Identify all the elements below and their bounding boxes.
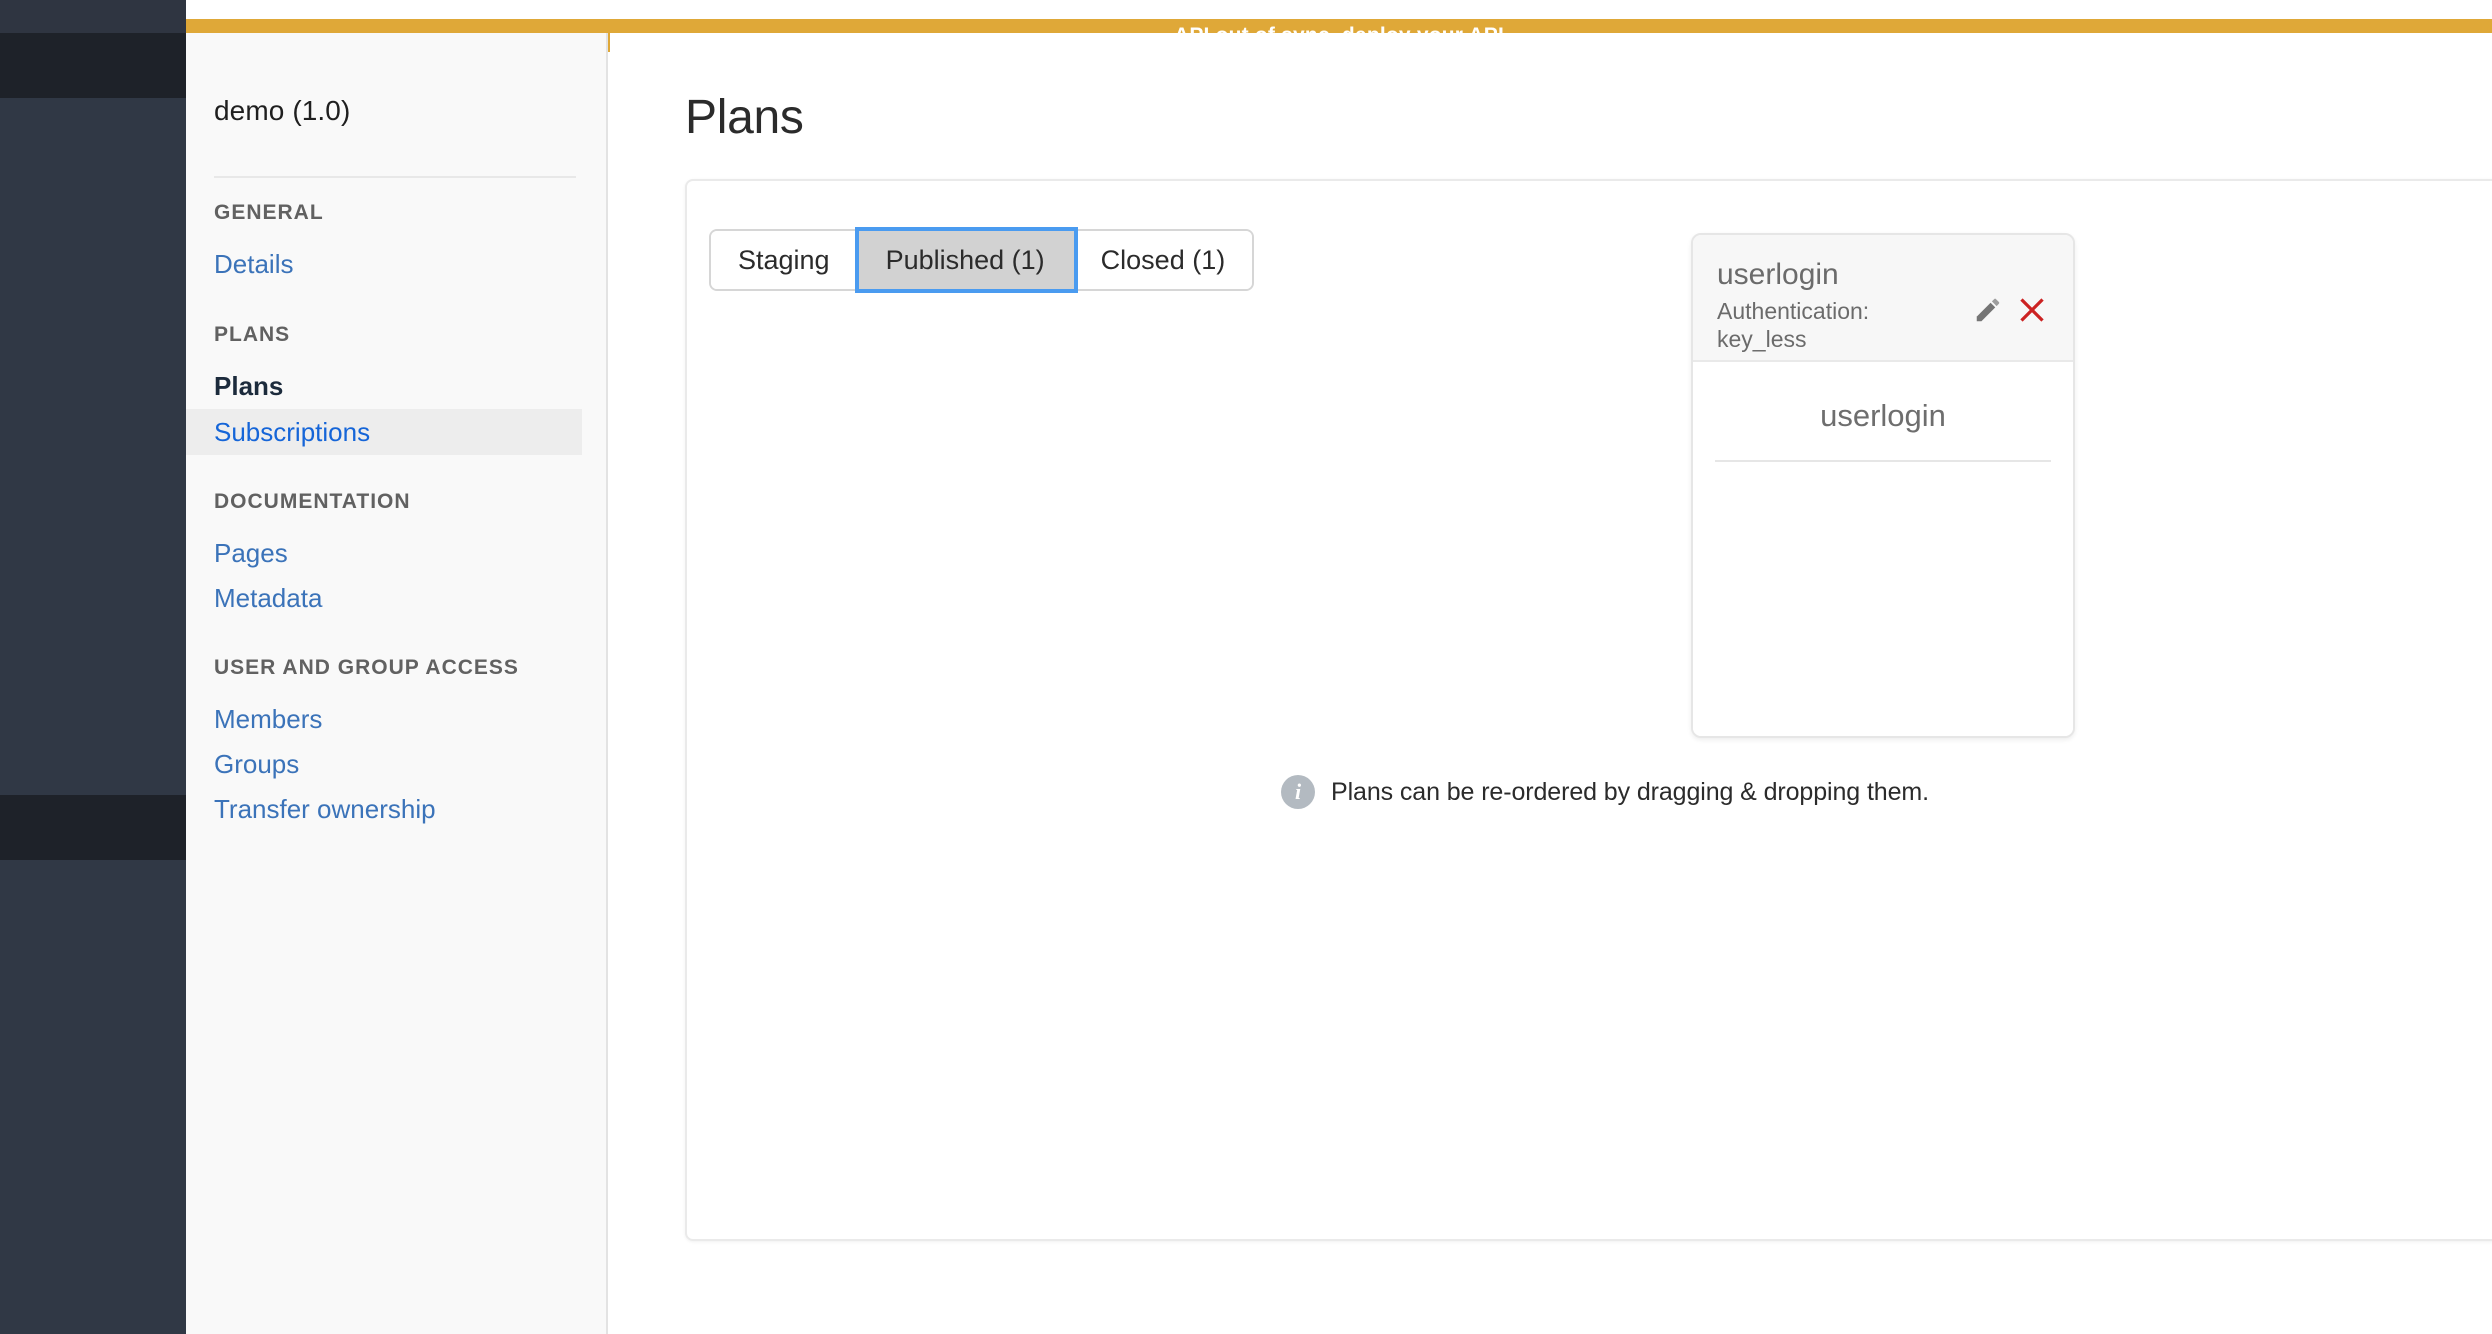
global-nav-rail-active-highlight-2 (0, 795, 186, 860)
global-nav-rail-header (0, 0, 186, 33)
api-title: demo (1.0) (214, 95, 351, 126)
plan-card-body-title: userlogin (1820, 398, 1946, 433)
page-title: Plans (685, 91, 804, 145)
plan-card-header: userlogin Authentication: key_less (1693, 235, 2073, 362)
global-nav-rail: ons s rd s ons s (0, 0, 186, 1334)
plan-status-tabs: Staging Published (1) Closed (1) (709, 229, 1255, 291)
reorder-hint-text: Plans can be re-ordered by dragging & dr… (1331, 777, 1929, 806)
tab-staging[interactable]: Staging (711, 231, 859, 289)
api-sidebar: demo (1.0) GENERAL Details PLANS Plans S… (186, 33, 608, 1334)
plan-card-actions (1971, 293, 2049, 327)
sidebar-group-user-and-group-access: USER AND GROUP ACCESS (214, 656, 519, 679)
plan-card[interactable]: userlogin Authentication: key_less userl… (1691, 233, 2075, 738)
plans-panel: Staging Published (1) Closed (1) userlog… (685, 179, 2492, 1241)
sidebar-item-pages[interactable]: Pages (186, 530, 582, 576)
sidebar-group-documentation: DOCUMENTATION (214, 490, 411, 513)
plan-card-name: userlogin (1717, 258, 1839, 291)
sidebar-group-plans: PLANS (214, 323, 291, 346)
sidebar-item-details[interactable]: Details (186, 241, 582, 287)
pencil-icon[interactable] (1971, 293, 2005, 327)
global-nav-item-4[interactable]: s (0, 452, 186, 482)
plan-card-authentication-label: Authentication: (1717, 298, 1870, 324)
global-nav-item-5[interactable]: ons (0, 1208, 186, 1238)
global-nav-item-1[interactable]: ons (0, 128, 186, 158)
reorder-hint: i Plans can be re-ordered by dragging & … (687, 775, 2492, 809)
plan-card-body-divider (1715, 460, 2051, 462)
global-nav-item-6[interactable]: s (0, 1288, 186, 1318)
global-nav-rail-active-highlight (0, 33, 186, 98)
tab-closed[interactable]: Closed (1) (1073, 231, 1253, 289)
close-x-icon[interactable] (2015, 293, 2049, 327)
plan-card-body: userlogin (1693, 362, 2073, 736)
info-icon: i (1281, 775, 1316, 809)
tab-published[interactable]: Published (1) (858, 231, 1074, 289)
sidebar-item-subscriptions[interactable]: Subscriptions (186, 409, 582, 455)
sidebar-item-groups[interactable]: Groups (186, 741, 582, 787)
sidebar-item-metadata[interactable]: Metadata (186, 575, 582, 621)
global-nav-item-2[interactable]: s (0, 212, 186, 242)
global-nav-item-3[interactable]: rd (0, 298, 186, 328)
sidebar-group-general: GENERAL (214, 201, 324, 224)
main-content: Plans Staging Published (1) Closed (1) u… (610, 33, 2492, 1334)
sidebar-divider (214, 176, 576, 178)
plan-card-authentication-value: key_less (1717, 326, 1807, 352)
sidebar-item-transfer-ownership[interactable]: Transfer ownership (186, 786, 582, 832)
sidebar-item-plans[interactable]: Plans (186, 363, 582, 409)
app-root: ons s rd s ons s API out of sync, deploy… (0, 0, 2492, 1334)
sidebar-item-members[interactable]: Members (186, 696, 582, 742)
plan-card-authentication: Authentication: key_less (1717, 297, 1917, 353)
